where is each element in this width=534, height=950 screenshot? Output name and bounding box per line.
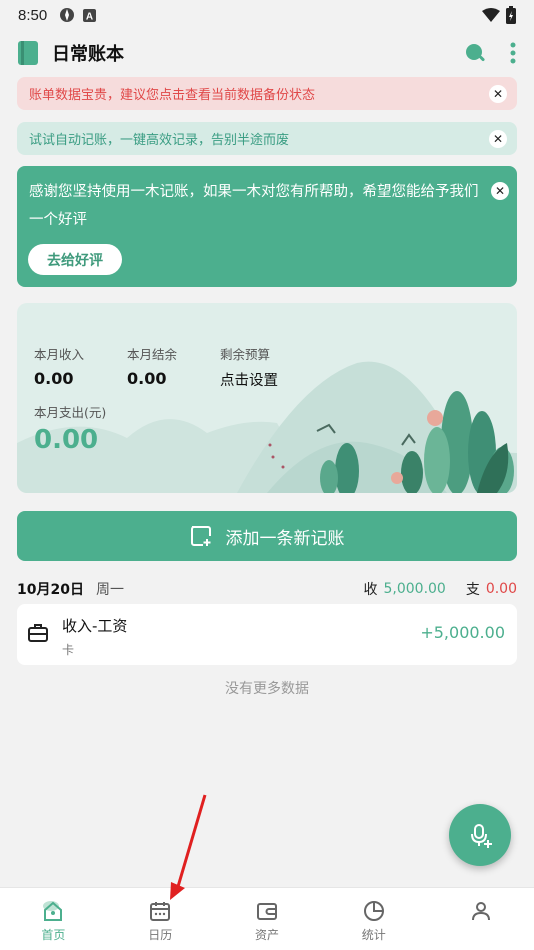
day-header: 10月20日 周一 收 5,000.00 支 0.00 — [17, 576, 517, 602]
day-income-label: 收 — [363, 582, 378, 598]
app-logo-icon — [18, 41, 38, 65]
income-label: 本月收入 — [34, 347, 85, 362]
close-icon[interactable]: ✕ — [489, 84, 507, 103]
day-expense-value: 0.00 — [485, 581, 517, 597]
annotation-arrow — [170, 794, 207, 900]
expense-stat: 本月支出(元) 0.00 — [34, 402, 106, 455]
nav-label-home: 首页 — [41, 928, 66, 942]
status-app-icon — [60, 8, 75, 22]
budget-setup-link[interactable]: 点击设置 — [220, 369, 278, 390]
rating-promo-card: 感谢您坚持使用一木记账，如果一木对您有所帮助，希望您能给予我们一个好评 去给好评… — [17, 166, 517, 287]
balance-value: 0.00 — [127, 369, 167, 388]
status-a-icon: A — [83, 8, 97, 22]
close-icon[interactable]: ✕ — [489, 129, 507, 148]
monthly-summary-card: 本月收入 0.00 本月结余 0.00 剩余预算 点击设置 本月支出(元) 0.… — [17, 303, 517, 493]
microphone-add-icon — [471, 824, 492, 848]
day-date: 10月20日 — [17, 582, 84, 598]
record-title: 收入-工资 — [62, 617, 128, 635]
expense-value: 0.00 — [34, 425, 99, 455]
more-menu-icon[interactable] — [510, 42, 516, 64]
income-stat: 本月收入 0.00 — [34, 344, 84, 388]
balance-stat: 本月结余 0.00 — [127, 344, 177, 388]
nav-label-stats: 统计 — [361, 928, 386, 942]
briefcase-icon — [28, 624, 48, 642]
nav-item-profile[interactable] — [427, 888, 534, 950]
nav-label-assets: 资产 — [254, 928, 279, 942]
add-record-button[interactable]: 添加一条新记账 — [17, 511, 517, 561]
record-account: 卡 — [62, 643, 75, 657]
list-item[interactable]: 收入-工资 卡 +5,000.00 — [17, 604, 517, 665]
landscape-illustration — [17, 361, 517, 493]
add-record-icon — [190, 526, 211, 546]
auto-record-banner[interactable]: 试试自动记账，一键高效记录，告别半途而废 ✕ — [17, 122, 517, 155]
balance-label: 本月结余 — [127, 347, 178, 362]
record-amount: +5,000.00 — [420, 623, 505, 642]
home-icon — [43, 901, 63, 921]
day-weekday: 周一 — [95, 582, 124, 598]
expense-label: 本月支出(元) — [34, 405, 107, 420]
add-record-label: 添加一条新记账 — [225, 528, 345, 549]
rating-promo-text: 感谢您坚持使用一木记账，如果一木对您有所帮助，希望您能给予我们一个好评 — [29, 184, 479, 228]
auto-record-text: 试试自动记账，一键高效记录，告别半途而废 — [29, 133, 290, 148]
nav-label-calendar: 日历 — [148, 928, 173, 942]
search-icon[interactable] — [464, 42, 486, 64]
day-income-value: 5,000.00 — [383, 581, 446, 597]
close-icon[interactable]: ✕ — [491, 182, 509, 200]
rate-button[interactable]: 去给好评 — [28, 244, 122, 275]
status-bar: 8:50 A — [0, 0, 534, 30]
page-title: 日常账本 — [52, 44, 124, 65]
app-bar: 日常账本 — [0, 30, 534, 76]
income-value: 0.00 — [34, 369, 74, 388]
backup-reminder-text: 账单数据宝贵，建议您点击查看当前数据备份状态 — [29, 88, 316, 103]
battery-icon — [506, 6, 516, 24]
user-icon — [471, 902, 490, 921]
svg-text:A: A — [86, 11, 93, 22]
nav-item-home[interactable]: 首页 — [0, 888, 107, 950]
day-expense-label: 支 — [465, 582, 480, 598]
no-more-data-text: 没有更多数据 — [225, 681, 309, 697]
status-system-icons — [482, 6, 516, 24]
bottom-navigation: 首页 日历 资产 统计 — [0, 887, 534, 950]
nav-item-stats[interactable]: 统计 — [320, 888, 427, 950]
nav-item-assets[interactable]: 资产 — [214, 888, 321, 950]
status-notification-icons: A — [59, 7, 97, 23]
status-time: 8:50 — [18, 6, 48, 24]
backup-reminder-banner[interactable]: 账单数据宝贵，建议您点击查看当前数据备份状态 ✕ — [17, 77, 517, 110]
budget-label: 剩余预算 — [220, 347, 271, 362]
wallet-icon — [256, 903, 277, 920]
voice-record-button[interactable] — [449, 804, 511, 866]
wifi-icon — [482, 8, 500, 22]
chart-icon — [363, 901, 384, 921]
budget-stat[interactable]: 剩余预算 点击设置 — [220, 344, 278, 390]
